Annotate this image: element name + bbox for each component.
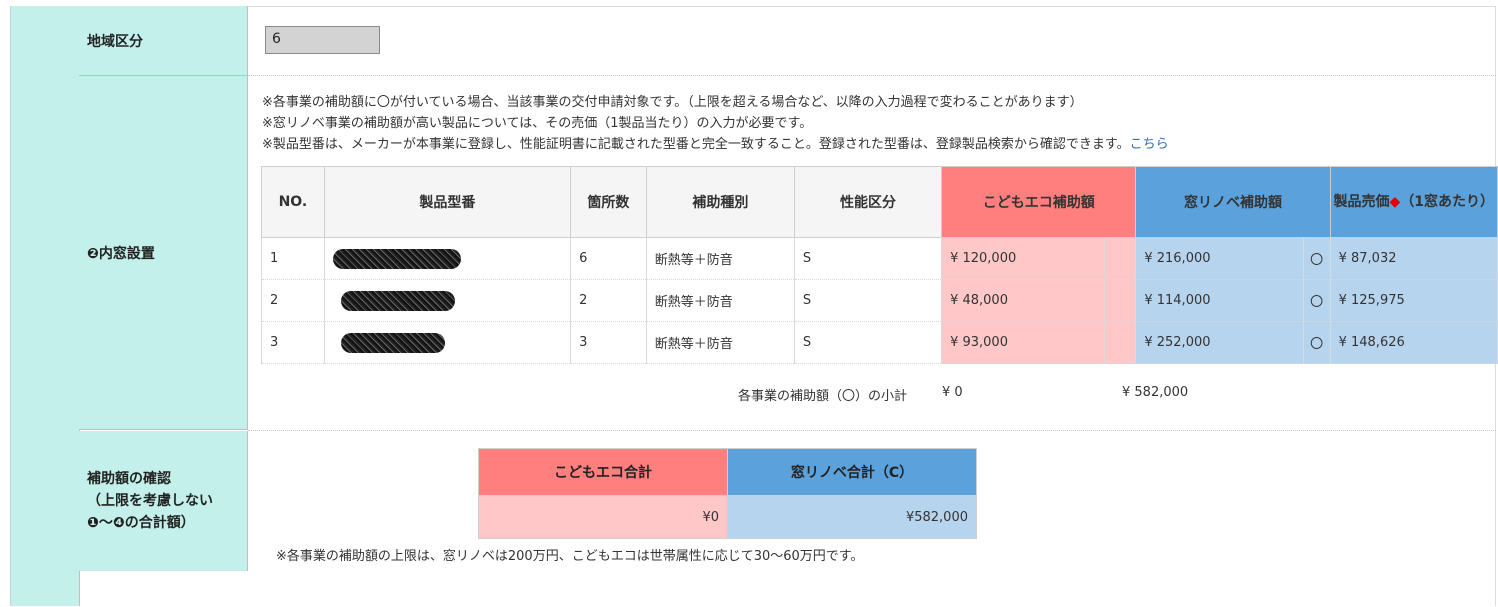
col-kodomo: こどもエコ補助額 (941, 166, 1137, 238)
left-strip (10, 6, 80, 606)
row-kodomo-mark (1103, 237, 1137, 280)
confirm-label: 補助額の確認 （上限を考慮しない ❶～❹の合計額） (79, 431, 248, 571)
row-no: 3 (261, 321, 325, 364)
totals-table: こどもエコ合計 窓リノベ合計（C） ¥0 ¥582,000 (478, 448, 977, 539)
row-type: 断熱等＋防音 (645, 237, 795, 280)
kodomo-total-value: ¥0 (478, 495, 728, 539)
note-line-1: ※各事業の補助額に〇が付いている場合、当該事業の交付申請対象です。（上限を超える… (262, 95, 1083, 110)
row-type: 断熱等＋防音 (645, 279, 795, 322)
row-mado-amount: ¥ 114,000 (1135, 279, 1304, 322)
redacted-model (332, 248, 461, 269)
row-type: 断熱等＋防音 (645, 321, 795, 364)
row-kodomo-amount: ¥ 48,000 (941, 279, 1105, 322)
area-select[interactable]: 6 (265, 26, 380, 54)
row-count: 3 (570, 321, 647, 364)
row-no: 2 (261, 279, 325, 322)
note-line-2: ※窓リノベ事業の補助額が高い製品については、その売価（1製品当たり）の入力が必要… (262, 116, 813, 131)
subtotal-mado: ¥ 582,000 (1122, 385, 1189, 400)
col-no: NO. (261, 166, 325, 238)
row-separator (248, 430, 1496, 431)
row-price-input[interactable]: ¥ 125,975 (1329, 279, 1498, 322)
limit-note: ※各事業の補助額の上限は、窓リノベは200万円、こどもエコは世帯属性に応じて30… (276, 549, 864, 564)
col-mado: 窓リノベ補助額 (1135, 166, 1331, 238)
kodomo-total-header: こどもエコ合計 (478, 448, 728, 496)
row-mado-amount: ¥ 252,000 (1135, 321, 1304, 364)
table-row: 2 2 断熱等＋防音 S ¥ 48,000 ¥ 114,000 〇 ¥ 125,… (261, 279, 1498, 322)
row-kodomo-mark (1103, 279, 1137, 322)
row-model[interactable] (323, 279, 572, 322)
redacted-model (340, 332, 445, 353)
row-kodomo-amount: ¥ 120,000 (941, 237, 1105, 280)
row-price-input[interactable]: ¥ 148,626 (1329, 321, 1498, 364)
row-grade: S (793, 237, 943, 280)
product-table-header: NO. 製品型番 箇所数 補助種別 性能区分 こどもエコ補助額 窓リノベ補助額 … (261, 166, 1498, 238)
inner-window-label: ❷内窓設置 (79, 76, 248, 430)
row-mado-mark: 〇 (1302, 237, 1331, 280)
totals-values: ¥0 ¥582,000 (478, 495, 977, 539)
col-type: 補助種別 (645, 166, 795, 238)
row-grade: S (793, 279, 943, 322)
col-count: 箇所数 (570, 166, 647, 238)
mado-total-header: 窓リノベ合計（C） (727, 448, 977, 496)
row-count: 6 (570, 237, 647, 280)
row-model[interactable] (323, 321, 572, 364)
col-price: 製品売価◆（1窓あたり） (1329, 166, 1498, 238)
row-price-input[interactable]: ¥ 87,032 (1329, 237, 1498, 280)
row-mado-mark: 〇 (1302, 321, 1331, 364)
notes: ※各事業の補助額に〇が付いている場合、当該事業の交付申請対象です。（上限を超える… (262, 92, 1169, 155)
row-grade: S (793, 321, 943, 364)
row-mado-amount: ¥ 216,000 (1135, 237, 1304, 280)
col-model: 製品型番 (323, 166, 572, 238)
table-row: 3 3 断熱等＋防音 S ¥ 93,000 ¥ 252,000 〇 ¥ 148,… (261, 321, 1498, 364)
required-mark: ◆ (1389, 194, 1401, 210)
product-search-link[interactable]: こちら (1130, 137, 1169, 152)
mado-total-value: ¥582,000 (727, 495, 977, 539)
col-grade: 性能区分 (793, 166, 943, 238)
totals-header: こどもエコ合計 窓リノベ合計（C） (478, 448, 977, 496)
row-kodomo-mark (1103, 321, 1137, 364)
row-kodomo-amount: ¥ 93,000 (941, 321, 1105, 364)
row-mado-mark: 〇 (1302, 279, 1331, 322)
redacted-model (340, 290, 455, 311)
row-count: 2 (570, 279, 647, 322)
subtotal-kodomo: ¥ 0 (942, 385, 963, 400)
area-label: 地域区分 (79, 6, 248, 76)
row-no: 1 (261, 237, 325, 280)
row-model[interactable] (323, 237, 572, 280)
row-separator (248, 75, 1496, 76)
note-line-3: ※製品型番は、メーカーが本事業に登録し、性能証明書に記載された型番と完全一致する… (262, 137, 1169, 152)
subtotal-label: 各事業の補助額（〇）の小計 (738, 389, 908, 404)
table-row: 1 6 断熱等＋防音 S ¥ 120,000 ¥ 216,000 〇 ¥ 87,… (261, 237, 1498, 280)
product-table: NO. 製品型番 箇所数 補助種別 性能区分 こどもエコ補助額 窓リノベ補助額 … (261, 166, 1498, 364)
